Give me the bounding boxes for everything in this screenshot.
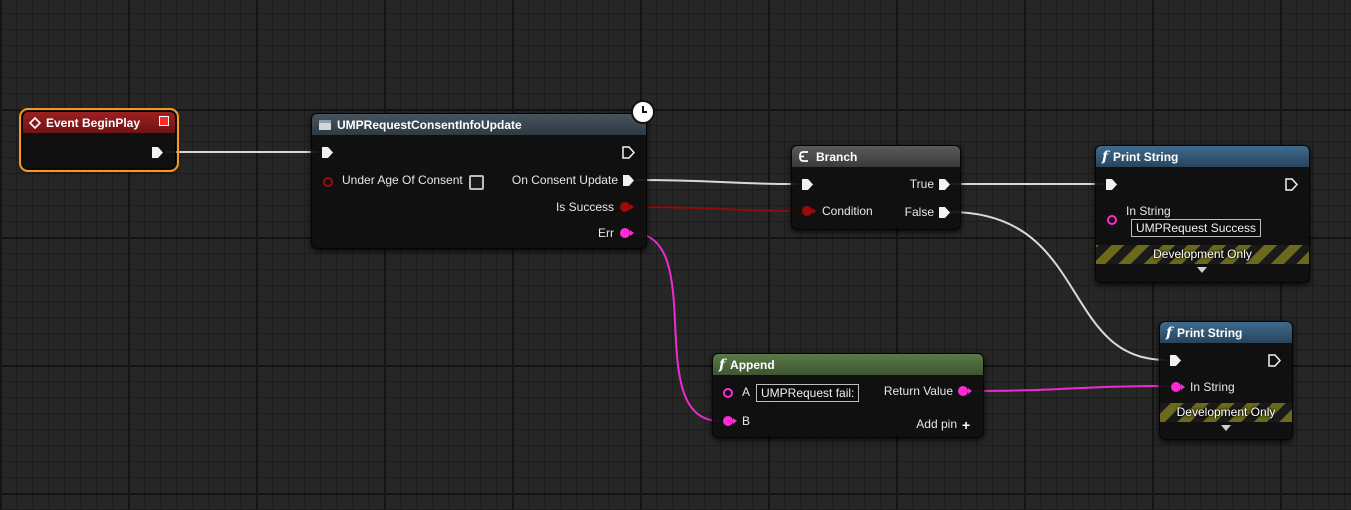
exec-in-pin[interactable] <box>1169 354 1182 367</box>
exec-out-pin[interactable] <box>1285 178 1298 191</box>
append-node[interactable]: f Append A UMPRequest fail: Return Value… <box>712 353 984 438</box>
add-pin-label[interactable]: Add pin <box>916 417 957 431</box>
in-string-pin[interactable] <box>1171 382 1185 392</box>
on-consent-update-label: On Consent Update <box>511 173 618 187</box>
node-title: UMPRequestConsentInfoUpdate <box>337 117 522 132</box>
true-exec-pin[interactable] <box>938 178 951 191</box>
in-string-label: In String <box>1190 380 1235 394</box>
b-label: B <box>742 414 751 428</box>
true-label: True <box>909 177 934 191</box>
is-success-label: Is Success <box>555 200 614 214</box>
branch-node[interactable]: Branch True Condition False <box>791 145 961 230</box>
exec-in-pin[interactable] <box>801 178 814 191</box>
a-input[interactable]: UMPRequest fail: <box>756 384 860 402</box>
branch-icon <box>798 150 811 163</box>
clock-icon <box>631 100 655 124</box>
node-title: Branch <box>816 149 858 164</box>
event-beginplay-node[interactable]: Event BeginPlay <box>19 108 179 172</box>
exec-in-pin[interactable] <box>321 146 334 159</box>
in-string-label: In String <box>1126 204 1171 218</box>
string-wire-err-to-b <box>631 232 721 422</box>
under-age-pin[interactable] <box>323 177 333 187</box>
expand-chevron-icon[interactable] <box>1197 267 1207 273</box>
print-string-success-node[interactable]: f Print String In String UMPRequest Succ… <box>1095 145 1310 283</box>
in-string-pin[interactable] <box>1107 215 1117 225</box>
err-pin[interactable] <box>620 228 634 238</box>
consent-info-update-node[interactable]: UMPRequestConsentInfoUpdate Under Age Of… <box>311 113 647 249</box>
err-label: Err <box>598 226 614 240</box>
delegate-pin-icon[interactable] <box>159 116 169 126</box>
exec-in-pin[interactable] <box>1105 178 1118 191</box>
print-string-fail-node[interactable]: f Print String In String Development Onl… <box>1159 321 1293 440</box>
string-wire-return-to-instring <box>965 385 1171 392</box>
function-icon: f <box>719 356 726 373</box>
under-age-label: Under Age Of Consent <box>342 173 463 187</box>
function-icon: f <box>1166 324 1173 341</box>
exec-out-pin[interactable] <box>1268 354 1281 367</box>
event-diamond-icon <box>29 116 41 129</box>
is-success-pin[interactable] <box>620 202 634 212</box>
development-only-banner: Development Only <box>1096 245 1309 264</box>
development-only-banner: Development Only <box>1160 403 1292 422</box>
under-age-checkbox[interactable] <box>469 175 484 190</box>
exec-wire-consent-to-branch <box>635 179 799 185</box>
b-pin[interactable] <box>723 416 737 426</box>
false-exec-pin[interactable] <box>938 206 951 219</box>
node-title: Event BeginPlay <box>46 115 141 130</box>
add-pin-plus-icon[interactable]: + <box>962 418 970 432</box>
false-label: False <box>904 205 934 219</box>
return-value-pin[interactable] <box>958 386 972 396</box>
a-pin[interactable] <box>723 388 733 398</box>
node-title: Append <box>730 357 775 372</box>
latent-action-icon <box>318 119 332 131</box>
on-consent-update-pin[interactable] <box>622 174 635 187</box>
condition-pin[interactable] <box>802 206 816 216</box>
exec-out-pin[interactable] <box>151 146 164 159</box>
function-icon: f <box>1102 148 1109 165</box>
node-title: Print String <box>1113 149 1179 164</box>
return-value-label: Return Value <box>883 384 953 398</box>
in-string-input[interactable]: UMPRequest Success <box>1131 219 1262 237</box>
node-title: Print String <box>1177 325 1243 340</box>
exec-out-pin[interactable] <box>622 146 635 159</box>
a-label: A <box>742 385 751 399</box>
condition-label: Condition <box>822 204 873 218</box>
bool-wire-success-to-condition <box>635 206 801 212</box>
expand-chevron-icon[interactable] <box>1221 425 1231 431</box>
